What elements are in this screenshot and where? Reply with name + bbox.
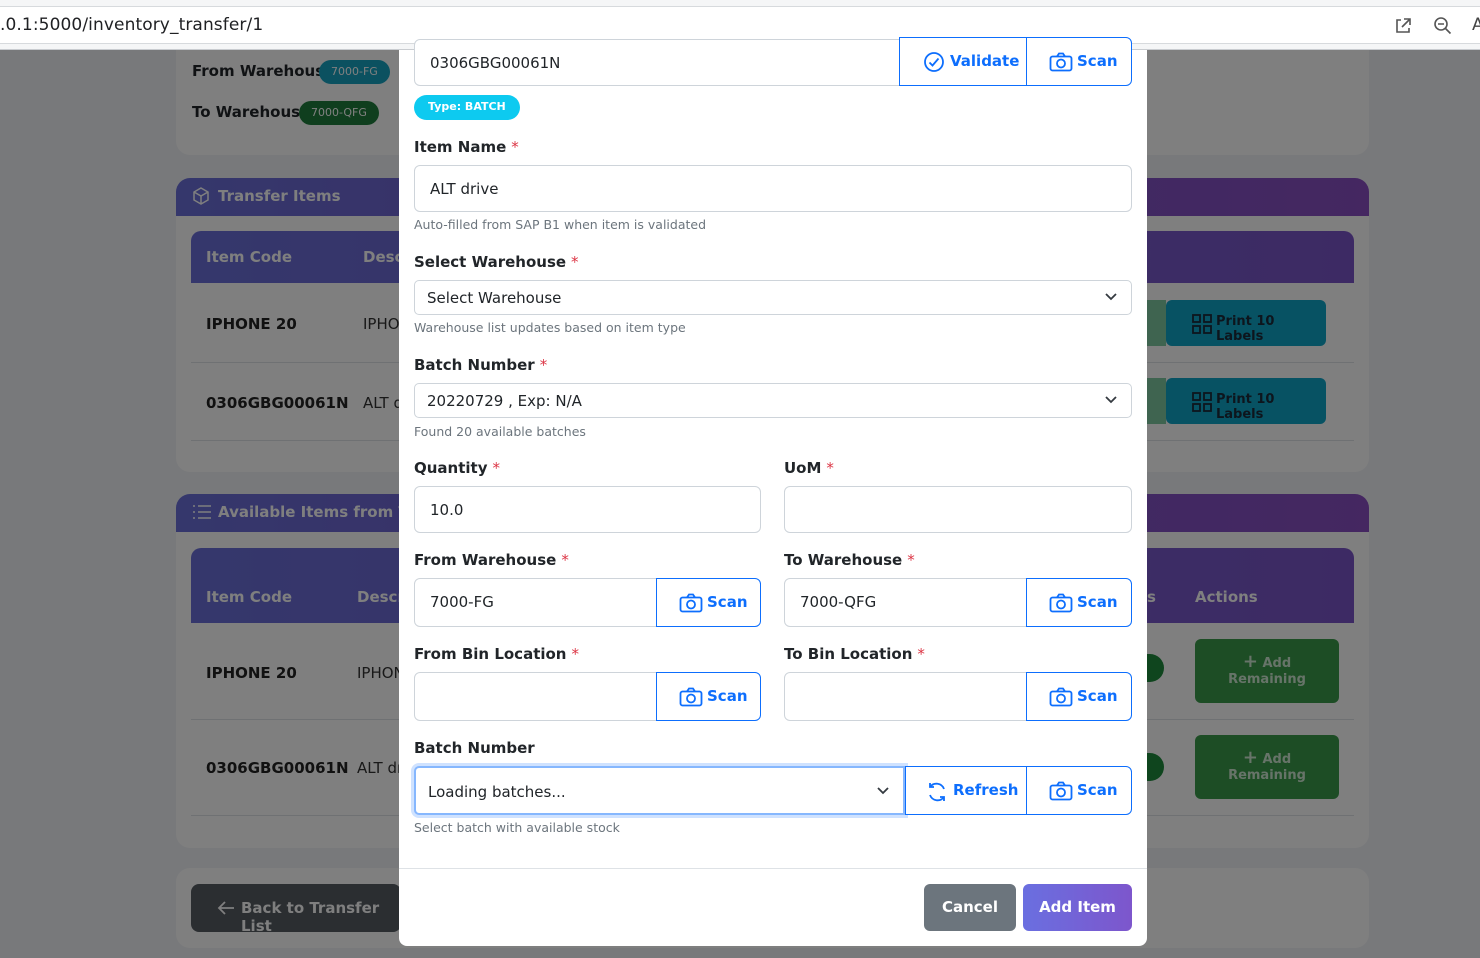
item-name-help: Auto-filled from SAP B1 when item is val…: [414, 217, 707, 232]
from-warehouse-label-text: From Warehouse: [414, 551, 557, 569]
validate-text: Validate: [950, 52, 1020, 70]
from-warehouse-input[interactable]: 7000-FG: [414, 578, 657, 627]
to-bin-label: To Bin Location *: [784, 645, 925, 663]
from-warehouse-label: From Warehouse *: [414, 551, 569, 569]
scan-from-warehouse-button[interactable]: Scan: [656, 578, 761, 627]
batch-number-value: 20220729 , Exp: N/A: [427, 392, 582, 410]
add-item-button[interactable]: Add Item: [1023, 884, 1132, 931]
select-warehouse-label-text: Select Warehouse: [414, 253, 567, 271]
quantity-input[interactable]: 10.0: [414, 486, 761, 533]
camera-icon: [1049, 52, 1073, 72]
from-bin-input[interactable]: [414, 672, 657, 721]
scan-item-button[interactable]: Scan: [1026, 37, 1132, 86]
refresh-icon: [929, 782, 945, 802]
font-icon[interactable]: A: [1472, 15, 1480, 35]
uom-label: UoM *: [784, 459, 834, 477]
scan-to-warehouse-button[interactable]: Scan: [1026, 578, 1132, 627]
required-mark: *: [511, 138, 519, 156]
select-warehouse-value: Select Warehouse: [427, 289, 562, 307]
item-type-badge: Type: BATCH: [414, 95, 520, 120]
scan-from-bin-button[interactable]: Scan: [656, 672, 761, 721]
item-name-input[interactable]: ALT drive: [414, 165, 1132, 212]
scan-batch-button[interactable]: Scan: [1026, 766, 1132, 815]
scan-text: Scan: [1077, 593, 1118, 611]
modal-footer-divider: [399, 868, 1147, 869]
item-name-label-text: Item Name: [414, 138, 507, 156]
required-mark: *: [917, 645, 925, 663]
validate-button[interactable]: Validate: [899, 37, 1027, 86]
camera-icon: [1049, 781, 1073, 801]
required-mark: *: [571, 645, 580, 663]
zoom-out-icon[interactable]: [1433, 16, 1453, 36]
batch-number-label: Batch Number *: [414, 356, 547, 374]
batch-number-help: Found 20 available batches: [414, 424, 586, 439]
camera-icon: [1049, 593, 1073, 613]
required-mark: *: [826, 459, 834, 477]
camera-icon: [1049, 687, 1073, 707]
to-bin-input[interactable]: [784, 672, 1027, 721]
batch-select-label: Batch Number: [414, 739, 535, 757]
add-item-modal: 0306GBG00061N Validate Scan Type: BATCH …: [399, 37, 1147, 946]
batch-number-label-text: Batch Number: [414, 356, 535, 374]
check-circle-icon: [924, 52, 944, 72]
from-bin-label-text: From Bin Location: [414, 645, 567, 663]
url-text[interactable]: .0.1:5000/inventory_transfer/1: [0, 15, 263, 35]
batch-select-dropdown[interactable]: Loading batches...: [414, 766, 905, 815]
to-warehouse-label-text: To Warehouse: [784, 551, 903, 569]
item-code-input[interactable]: 0306GBG00061N: [414, 39, 900, 86]
required-mark: *: [907, 551, 915, 569]
required-mark: *: [492, 459, 501, 477]
uom-input[interactable]: [784, 486, 1132, 533]
batch-select-value: Loading batches...: [428, 783, 566, 801]
camera-icon: [679, 687, 703, 707]
to-warehouse-input[interactable]: 7000-QFG: [784, 578, 1027, 627]
refresh-text: Refresh: [953, 781, 1019, 799]
scan-text: Scan: [1077, 52, 1118, 70]
chevron-down-icon: [1105, 396, 1117, 404]
to-bin-label-text: To Bin Location: [784, 645, 913, 663]
scan-text: Scan: [707, 593, 748, 611]
scan-text: Scan: [1077, 781, 1118, 799]
required-mark: *: [561, 551, 569, 569]
camera-icon: [679, 593, 703, 613]
batch-number-dropdown[interactable]: 20220729 , Exp: N/A: [414, 383, 1132, 418]
refresh-batches-button[interactable]: Refresh: [905, 766, 1027, 815]
quantity-label-text: Quantity: [414, 459, 488, 477]
open-external-icon[interactable]: [1393, 16, 1413, 36]
required-mark: *: [571, 253, 579, 271]
uom-label-text: UoM: [784, 459, 822, 477]
quantity-label: Quantity *: [414, 459, 500, 477]
chevron-down-icon: [877, 787, 889, 795]
to-warehouse-label: To Warehouse *: [784, 551, 915, 569]
cancel-button[interactable]: Cancel: [924, 884, 1016, 931]
scan-text: Scan: [1077, 687, 1118, 705]
from-bin-label: From Bin Location *: [414, 645, 579, 663]
select-warehouse-help: Warehouse list updates based on item typ…: [414, 320, 686, 335]
scan-text: Scan: [707, 687, 748, 705]
scan-to-bin-button[interactable]: Scan: [1026, 672, 1132, 721]
select-warehouse-label: Select Warehouse *: [414, 253, 579, 271]
required-mark: *: [539, 356, 548, 374]
chevron-down-icon: [1105, 293, 1117, 301]
batch-select-help: Select batch with available stock: [414, 820, 620, 835]
item-name-label: Item Name *: [414, 138, 519, 156]
select-warehouse-dropdown[interactable]: Select Warehouse: [414, 280, 1132, 315]
